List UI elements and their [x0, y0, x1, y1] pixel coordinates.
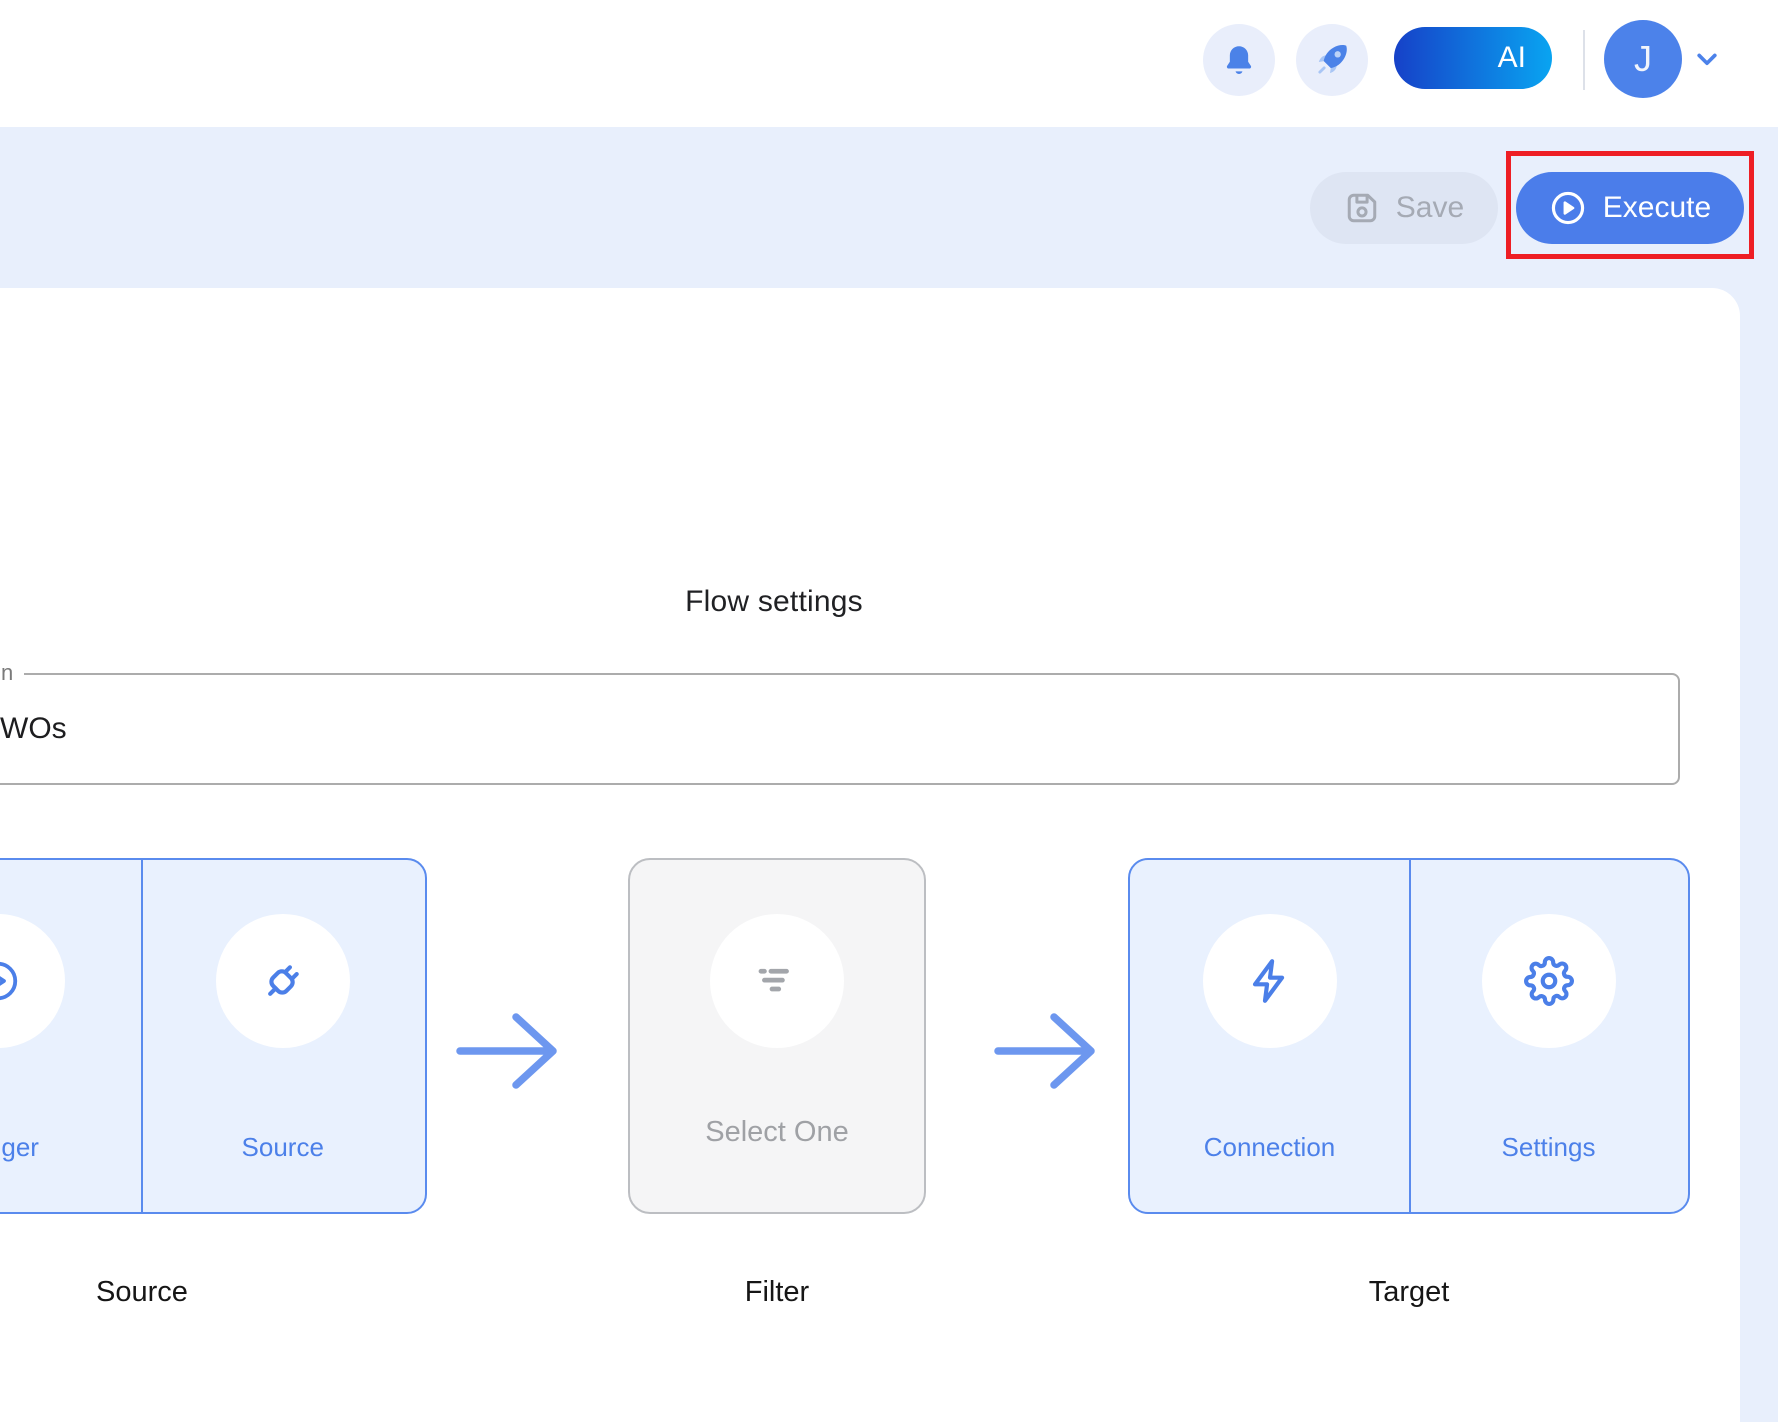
topbar-divider [1583, 30, 1585, 90]
gear-icon [1524, 956, 1574, 1006]
floppy-disk-icon [1344, 190, 1380, 226]
save-button-label: Save [1396, 191, 1464, 225]
top-bar: AI J [0, 0, 1778, 127]
user-avatar[interactable]: J [1604, 20, 1682, 98]
arrow-right-icon [450, 1004, 570, 1099]
ai-button-label: AI [1498, 41, 1526, 75]
connection-label: Connection [1130, 1132, 1409, 1163]
filter-lines-icon [751, 955, 803, 1007]
play-circle-icon [0, 958, 21, 1004]
settings-node-circle [1482, 914, 1616, 1048]
trigger-cell[interactable]: Trigger [0, 860, 141, 1212]
settings-cell[interactable]: Settings [1409, 860, 1688, 1212]
arrow-right-icon [988, 1004, 1108, 1099]
flow-name-label: n [1, 660, 13, 686]
lightning-icon [1245, 956, 1295, 1006]
execute-button[interactable]: Execute [1516, 172, 1744, 244]
chevron-down-icon[interactable] [1690, 42, 1724, 76]
page-title: Flow settings [374, 585, 1174, 619]
filter-placeholder: Select One [630, 1116, 924, 1149]
play-circle-icon [1549, 189, 1587, 227]
connection-node-circle [1203, 914, 1337, 1048]
launch-button[interactable] [1296, 24, 1368, 96]
rocket-icon [1312, 40, 1352, 80]
flow-name-value: WOs [0, 712, 67, 746]
source-group-card: Trigger Source [0, 858, 427, 1214]
bell-icon [1221, 42, 1257, 78]
connection-cell[interactable]: Connection [1130, 860, 1409, 1212]
caption-filter: Filter [527, 1276, 1027, 1309]
settings-label: Settings [1409, 1132, 1688, 1163]
flow-name-input[interactable] [0, 673, 1680, 785]
trigger-label: Trigger [0, 1132, 141, 1163]
trigger-node-circle [0, 914, 65, 1048]
avatar-initial: J [1634, 38, 1652, 80]
save-button[interactable]: Save [1310, 172, 1498, 244]
caption-target: Target [1159, 1276, 1659, 1309]
ai-button[interactable]: AI [1394, 27, 1552, 89]
target-group-card: Connection Settings [1128, 858, 1690, 1214]
notifications-button[interactable] [1203, 24, 1275, 96]
source-node-circle [216, 914, 350, 1048]
execute-button-label: Execute [1603, 191, 1711, 225]
source-cell[interactable]: Source [141, 860, 426, 1212]
filter-card[interactable]: Select One [628, 858, 926, 1214]
plug-icon [258, 956, 308, 1006]
content-panel [0, 288, 1740, 1422]
caption-source: Source [0, 1276, 392, 1309]
filter-node-circle [710, 914, 844, 1048]
source-label: Source [141, 1132, 426, 1163]
